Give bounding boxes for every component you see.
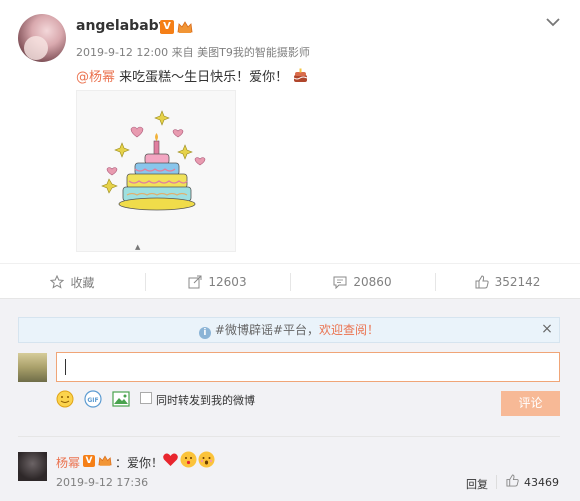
thumbs-up-icon — [475, 275, 489, 289]
notice-link[interactable]: 欢迎查阅！ — [319, 323, 379, 337]
user-avatar[interactable] — [18, 14, 66, 62]
comment-like-count: 43469 — [524, 475, 559, 489]
comment-like-button[interactable]: 43469 — [506, 474, 559, 490]
repost-button[interactable]: 12603 — [145, 264, 290, 300]
post-meta: 2019-9-12 12:00 来自 美图T9我的智能摄影师 — [76, 44, 310, 60]
comment-icon — [333, 275, 347, 290]
comment-separator — [18, 436, 560, 437]
image-upload-icon[interactable] — [112, 390, 130, 408]
favorite-label: 收藏 — [70, 275, 95, 290]
gif-icon[interactable]: GIF — [84, 390, 102, 408]
comment-avatar[interactable] — [18, 452, 47, 481]
repost-count: 12603 — [208, 275, 247, 289]
post-image-cake-drawing[interactable]: ▲ — [76, 90, 236, 252]
verified-badge: V — [83, 455, 95, 467]
comment-username[interactable]: 杨幂 — [56, 454, 80, 471]
comment-button[interactable]: 20860 — [290, 264, 435, 300]
current-user-avatar[interactable] — [18, 353, 47, 382]
close-icon[interactable]: × — [540, 320, 554, 338]
post-timestamp[interactable]: 2019-9-12 12:00 — [76, 46, 168, 59]
comment-emojis — [162, 451, 215, 469]
comment-input[interactable] — [56, 352, 560, 382]
chevron-down-icon[interactable] — [544, 14, 562, 28]
svg-text:▲: ▲ — [135, 243, 141, 251]
source-prefix: 来自 — [171, 46, 194, 59]
vip-crown-icon — [177, 20, 193, 34]
star-icon — [50, 274, 65, 289]
emoji-face-icon[interactable] — [56, 390, 74, 408]
comment-timestamp: 2019-9-12 17:36 — [56, 476, 149, 489]
repost-checkbox-label[interactable]: 同时转发到我的微博 — [156, 392, 255, 408]
weibo-post: angelababy V 2019-9-12 12:00 来自 美图T9我的智能… — [0, 0, 580, 501]
submit-comment-button[interactable]: 评论 — [501, 391, 560, 416]
favorite-button[interactable]: 收藏 — [0, 264, 145, 300]
svg-text:GIF: GIF — [87, 397, 98, 404]
verified-badge: V — [160, 20, 174, 34]
thumbs-up-icon — [506, 474, 519, 490]
repost-checkbox[interactable] — [140, 392, 152, 404]
info-icon: i — [198, 327, 211, 339]
post-text: @杨幂 来吃蛋糕～生日快乐！爱你！ — [76, 66, 309, 85]
share-icon — [188, 275, 202, 289]
comment-count: 20860 — [353, 275, 392, 289]
text-cursor — [65, 359, 66, 375]
notice-text: #微博辟谣#平台， — [214, 323, 320, 337]
mention-link[interactable]: @杨幂 — [76, 70, 115, 85]
comment-action-divider — [496, 475, 497, 489]
heart-icon — [162, 451, 179, 468]
like-count: 352142 — [494, 275, 541, 289]
vip-crown-icon — [98, 454, 112, 470]
rumor-notice-banner: i #微博辟谣#平台，欢迎查阅！ — [18, 317, 560, 343]
post-source[interactable]: 美图T9我的智能摄影师 — [197, 46, 310, 59]
kissing-face-icon — [180, 451, 197, 468]
reply-button[interactable]: 回复 — [466, 476, 488, 492]
like-button[interactable]: 352142 — [435, 264, 580, 300]
birthday-cake-icon — [292, 68, 309, 83]
post-username[interactable]: angelababy — [76, 18, 168, 34]
post-body: 来吃蛋糕～生日快乐！爱你！ — [115, 70, 289, 85]
comment-text: ：爱你！ — [115, 456, 164, 470]
post-action-bar: 收藏 12603 20860 352142 — [0, 263, 580, 299]
surprised-face-icon — [198, 451, 215, 468]
